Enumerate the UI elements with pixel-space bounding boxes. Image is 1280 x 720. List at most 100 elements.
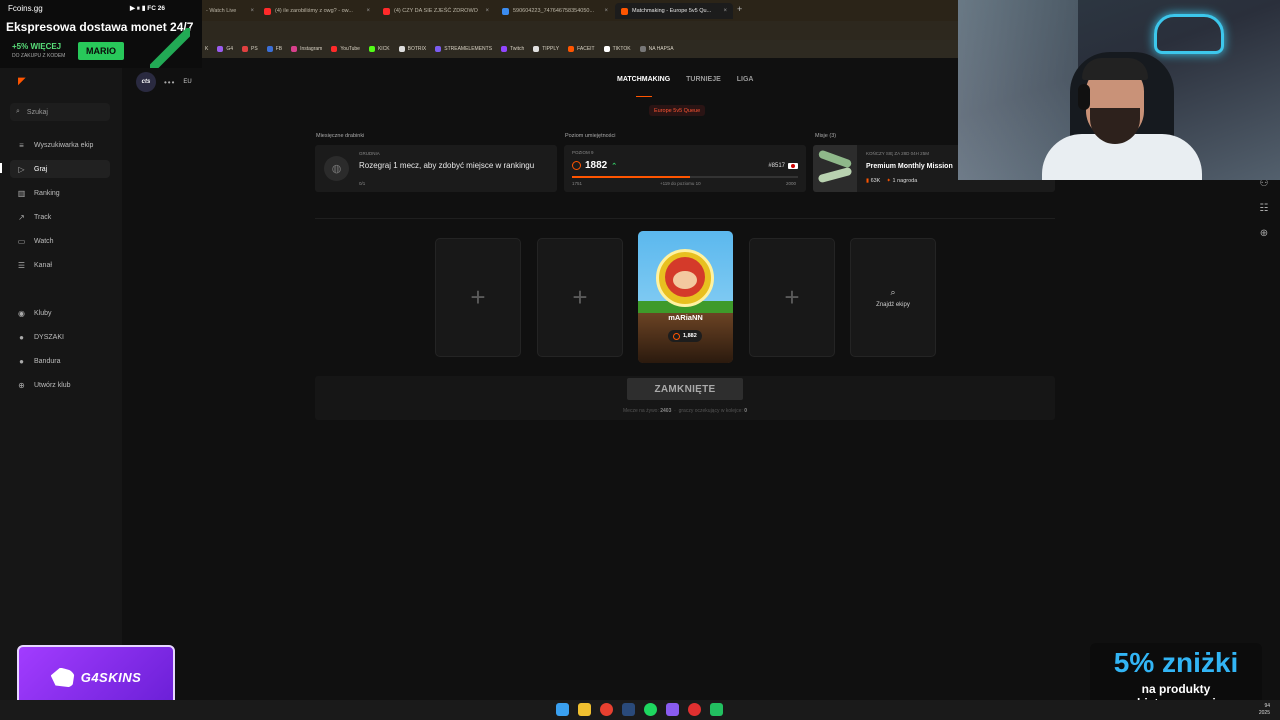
bookmark-favicon-icon: [603, 46, 610, 52]
section-divider: [315, 218, 1055, 219]
tab-close-icon[interactable]: ×: [250, 8, 254, 14]
bookmark-item[interactable]: TIKTOK: [603, 46, 631, 52]
sidebar-item[interactable]: ▭ Watch: [10, 232, 110, 250]
bookmark-item[interactable]: KICK: [368, 46, 390, 52]
sidebar-club-item[interactable]: ● Bandura: [10, 352, 110, 370]
bookmark-item[interactable]: TIPPLY: [533, 46, 559, 52]
kick-icon[interactable]: [710, 703, 723, 716]
sidebar-club-item[interactable]: ● DYSZAKI: [10, 328, 110, 346]
browser-tab-active[interactable]: Matchmaking - Europe 5v5 Qu... ×: [615, 3, 733, 19]
mission-timer: KOŃCZY SIĘ ZA 28D 04H 25M: [866, 151, 929, 156]
monthly-ladder-card[interactable]: ◍ GRUDNIA Rozegraj 1 mecz, aby zdobyć mi…: [315, 145, 557, 192]
browser-tab[interactable]: (4) ile zarobiliśmy z owg? - ow... ×: [258, 3, 376, 19]
bookmark-item[interactable]: STREAMELEMENTS: [435, 46, 492, 52]
faceit-logo-icon[interactable]: ◤: [18, 76, 30, 87]
bookmark-item[interactable]: FB: [266, 46, 282, 52]
queue-selector[interactable]: Europe 5v5 Queue: [649, 105, 706, 116]
tab-close-icon[interactable]: ×: [604, 8, 608, 14]
skill-level-card[interactable]: POZIOM 9 1882 ⌃ #8517 1751 +119 do pozio…: [564, 145, 806, 192]
bookmark-item[interactable]: NA HAPSA: [639, 46, 674, 52]
tab-close-icon[interactable]: ×: [366, 8, 370, 14]
reward-label: 1 nagroda: [892, 178, 918, 184]
tab-title: 590604223_747646758354050...: [513, 8, 595, 14]
team-avatar[interactable]: cts: [136, 72, 156, 92]
sidebar-item[interactable]: ↗ Track: [10, 208, 110, 226]
bookmark-favicon-icon: [217, 46, 224, 52]
tab-matchmaking[interactable]: MATCHMAKING: [617, 76, 670, 83]
add-player-slot[interactable]: +: [537, 238, 623, 357]
sidebar-item-icon: ↗: [18, 212, 25, 222]
more-menu-icon[interactable]: •••: [164, 78, 175, 87]
poland-flag-icon: [788, 163, 798, 169]
party-list-icon[interactable]: ☷: [1260, 203, 1269, 214]
lion-logo-icon: [50, 667, 75, 688]
queue-closed-button[interactable]: ZAMKNIĘTE: [627, 378, 743, 400]
windows-start-icon[interactable]: [556, 703, 569, 716]
promo-code: MARIO: [78, 42, 124, 60]
region-selector[interactable]: EU: [183, 79, 191, 85]
new-tab-button[interactable]: +: [737, 4, 742, 14]
sidebar-item-icon: ☰: [17, 260, 26, 270]
streamer-cap: [1082, 58, 1148, 80]
matchmaking-tabs: MATCHMAKING TURNIEJE LIGA: [617, 76, 754, 83]
tab-close-icon[interactable]: ×: [485, 8, 489, 14]
bookmark-item[interactable]: BOTRIX: [398, 46, 426, 52]
bookmark-label: TIPPLY: [542, 46, 560, 52]
obs-icon[interactable]: [688, 703, 701, 716]
youtube-icon: [383, 7, 390, 15]
sidebar-item[interactable]: ☰ Kanał: [10, 256, 110, 274]
sidebar-item[interactable]: ▷ Graj: [10, 160, 110, 178]
search-icon: ⌕: [890, 287, 896, 297]
add-player-slot[interactable]: +: [749, 238, 835, 357]
bookmark-item[interactable]: Instagram: [291, 46, 322, 52]
level-progress-bar: [572, 176, 798, 178]
sidebar-club-item[interactable]: ◉ Kluby: [10, 304, 110, 322]
bookmark-item[interactable]: YouTube: [331, 46, 360, 52]
tab-close-icon[interactable]: ×: [723, 8, 727, 14]
sidebar-item[interactable]: ▥ Ranking: [10, 184, 110, 202]
browser-tab[interactable]: 590604223_747646758354050... ×: [496, 3, 614, 19]
browser-tab[interactable]: (4) CZY DA SIE ZJEŚĆ ZDROWO ×: [377, 3, 495, 19]
sidebar-club-item[interactable]: ⊕ Utwórz klub: [10, 376, 110, 394]
tab-title: (4) ile zarobiliśmy z owg? - ow...: [275, 8, 353, 14]
discord-icon[interactable]: [666, 703, 679, 716]
bookmark-item[interactable]: G4: [217, 46, 233, 52]
add-circle-icon[interactable]: ⊕: [1260, 228, 1268, 239]
bookmark-favicon-icon: [331, 46, 338, 52]
elo-trend-up-icon: ⌃: [611, 162, 618, 170]
player-elo: 1,882: [683, 333, 697, 339]
bookmark-favicon-icon: [242, 46, 249, 52]
tab-league[interactable]: LIGA: [737, 76, 754, 83]
chrome-icon[interactable]: [600, 703, 613, 716]
windows-taskbar: 94 2025: [0, 700, 1280, 720]
club-icon: ⊕: [18, 380, 25, 390]
find-parties-slot[interactable]: ⌕ Znajdź ekipy: [850, 238, 936, 357]
bookmark-favicon-icon: [398, 46, 405, 52]
club-label: Bandura: [34, 357, 61, 365]
live-stats: Mecze na żywo: 2403 · graczy oczekujący …: [623, 408, 747, 414]
club-icon: ◉: [18, 308, 25, 318]
file-explorer-icon[interactable]: [578, 703, 591, 716]
sidebar-item-label: Kanał: [34, 261, 52, 269]
bookmark-item[interactable]: PS: [242, 46, 258, 52]
monthly-ladder-heading: Miesięczne drabinki: [316, 133, 365, 139]
browser-tab[interactable]: - Watch Live ×: [200, 3, 260, 19]
queue-action-strip: ZAMKNIĘTE Mecze na żywo: 2403 · graczy o…: [315, 376, 1055, 420]
sidebar-item-label: Wyszukiwarka ekip: [34, 141, 94, 149]
spotify-icon[interactable]: [644, 703, 657, 716]
bookmark-item[interactable]: Twitch: [501, 46, 524, 52]
bookmark-label: TIKTOK: [612, 46, 631, 52]
region-rank: #8517: [768, 163, 798, 169]
steam-icon[interactable]: [622, 703, 635, 716]
bookmark-item[interactable]: FACEIT: [568, 46, 595, 52]
bookmark-label: G4: [226, 46, 234, 52]
search-input[interactable]: ⌕ Szukaj: [10, 103, 110, 121]
player-card[interactable]: mARiaNN 1,882: [638, 231, 733, 363]
add-player-slot[interactable]: +: [435, 238, 521, 357]
club-icon: ●: [19, 332, 24, 342]
tab-tournaments[interactable]: TURNIEJE: [686, 76, 721, 83]
facebook-icon: [502, 7, 509, 15]
sidebar-item[interactable]: ≡ Wyszukiwarka ekip: [10, 136, 110, 154]
system-tray-text: ▶ ⏸ ▮ FC 26: [130, 5, 165, 12]
tab-title: - Watch Live: [206, 8, 237, 14]
